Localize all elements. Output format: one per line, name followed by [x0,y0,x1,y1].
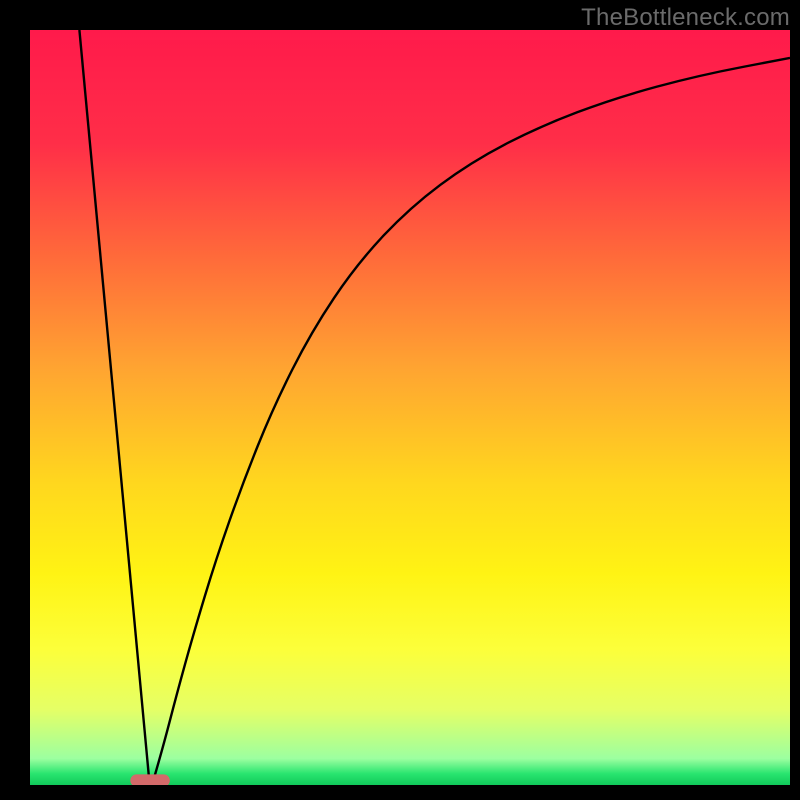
marker-layer [130,774,170,785]
chart-frame: TheBottleneck.com [0,0,800,800]
bottleneck-marker [130,774,170,785]
gradient-background [30,30,790,785]
watermark-text: TheBottleneck.com [581,4,790,32]
chart-svg [30,30,790,785]
plot-area [30,30,790,785]
